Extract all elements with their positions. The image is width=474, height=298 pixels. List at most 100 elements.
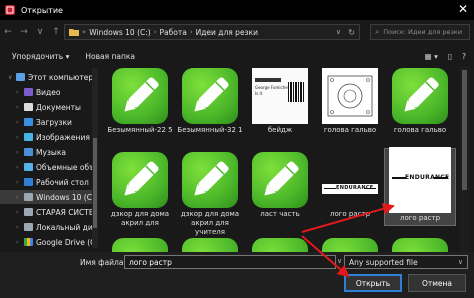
view-options-icon[interactable]: ▦ ▾ <box>425 52 438 61</box>
expand-icon[interactable]: › <box>16 194 21 201</box>
sidebar-item-google-drive[interactable]: › Google Drive (G <box>0 235 92 249</box>
breadcrumb-ideas[interactable]: Идеи для резки <box>196 28 258 37</box>
expand-icon[interactable]: › <box>16 149 21 156</box>
close-button[interactable]: ✕ <box>458 2 468 16</box>
breadcrumb-work[interactable]: Работа <box>160 28 187 37</box>
file-item[interactable] <box>386 238 454 252</box>
refresh-icon[interactable]: ↻ <box>348 28 355 37</box>
file-item[interactable] <box>106 238 174 252</box>
computer-icon <box>16 73 25 81</box>
content-scrollbar[interactable] <box>460 66 470 252</box>
sidebar-item-pictures[interactable]: › Изображения <box>0 130 92 144</box>
expand-icon[interactable]: › <box>16 164 21 171</box>
pencil-icon <box>112 238 168 252</box>
filename-input[interactable]: лого растр <box>124 255 336 269</box>
document-thumbnail: George Fomichev Is it <box>252 68 308 124</box>
sidebar-item-windows-drive[interactable]: › Windows 10 (C:) <box>0 190 92 204</box>
file-item[interactable]: Безымянный-22 5 <box>106 68 174 154</box>
file-item[interactable]: голова гальво <box>316 68 384 154</box>
pictures-icon <box>24 133 33 141</box>
sidebar-item-documents[interactable]: › Документы <box>0 100 92 114</box>
collapse-icon[interactable]: ∨ <box>8 74 13 81</box>
expand-icon[interactable]: › <box>16 239 21 246</box>
documents-icon <box>24 103 33 111</box>
view-controls: ▦ ▾ ▯ ? <box>425 46 466 66</box>
expand-icon[interactable]: › <box>16 89 21 96</box>
sidebar-item-old-system[interactable]: › СТАРАЯ СИСТЕ <box>0 205 92 219</box>
up-icon[interactable]: ↑ <box>48 27 64 37</box>
sidebar-scroll-thumb[interactable] <box>93 138 97 228</box>
sidebar-item-music[interactable]: › Музыка <box>0 145 92 159</box>
expand-icon[interactable]: › <box>16 134 21 141</box>
file-name: дзкор для дома акрил для <box>110 210 170 227</box>
logo-thumbnail: ENDURANCE <box>389 147 451 213</box>
recent-chevron-icon[interactable]: ∨ <box>32 27 48 37</box>
search-input[interactable]: ⌕ Поиск: Идеи для резки <box>370 24 470 40</box>
sidebar-item-local-disk[interactable]: › Локальный дис <box>0 220 92 234</box>
breadcrumb-separator-icon: › <box>189 28 193 36</box>
drawing-thumbnail <box>322 68 378 124</box>
breadcrumb[interactable]: « Windows 10 (C:) › Работа › Идеи для ре… <box>64 24 360 40</box>
sidebar-item-label: Музыка <box>36 147 66 157</box>
file-name: Безымянный-32 1 <box>177 126 243 134</box>
folder-icon <box>69 29 79 36</box>
breadcrumb-drive[interactable]: Windows 10 (C:) <box>89 28 150 37</box>
sidebar-item-label: Google Drive (G <box>36 237 92 247</box>
file-item[interactable] <box>176 238 244 252</box>
video-icon <box>24 88 33 96</box>
file-item[interactable] <box>316 238 384 252</box>
file-item[interactable]: дзкор для дома акрил для учителя <box>176 152 244 238</box>
sidebar-item-downloads[interactable]: › Загрузки <box>0 115 92 129</box>
expand-icon[interactable]: › <box>16 104 21 111</box>
sidebar-item-label: Загрузки <box>36 117 72 127</box>
file-item[interactable] <box>246 238 314 252</box>
pencil-icon <box>322 238 378 252</box>
filetype-value: Any supported file <box>349 257 418 267</box>
pencil-icon <box>182 68 238 124</box>
pencil-icon <box>252 152 308 208</box>
downloads-icon <box>24 118 33 126</box>
address-dropdown-icon[interactable]: ∨ <box>336 28 341 36</box>
file-name: лого растр <box>399 214 441 222</box>
file-name: ласт часть <box>260 210 300 218</box>
file-name: Безымянный-22 5 <box>107 126 173 134</box>
file-item[interactable]: Безымянный-32 1 <box>176 68 244 154</box>
content-scroll-thumb[interactable] <box>462 70 467 190</box>
organize-menu[interactable]: Упорядочить ▾ <box>12 52 69 61</box>
open-button[interactable]: Открыть <box>344 274 402 292</box>
sidebar-item-this-pc[interactable]: ∨ Этот компьютер <box>0 70 92 84</box>
app-icon <box>5 5 15 15</box>
barcode-icon <box>288 82 304 102</box>
file-item[interactable]: голова гальво <box>386 68 454 154</box>
expand-icon[interactable]: › <box>16 179 21 186</box>
drive-icon <box>24 193 33 201</box>
back-icon[interactable]: ← <box>0 27 16 37</box>
google-drive-icon <box>24 238 33 246</box>
file-item[interactable]: дзкор для дома акрил для <box>106 152 174 238</box>
expand-icon[interactable]: › <box>16 209 21 216</box>
sidebar-item-3d-objects[interactable]: › Объемные объ <box>0 160 92 174</box>
help-icon[interactable]: ? <box>462 52 466 61</box>
expand-icon[interactable]: › <box>16 119 21 126</box>
file-item[interactable]: ENDURANCE лого растр <box>316 152 384 238</box>
sidebar-item-desktop[interactable]: › Рабочий стол <box>0 175 92 189</box>
sidebar-item-video[interactable]: › Видео <box>0 85 92 99</box>
preview-pane-icon[interactable]: ▯ <box>448 52 452 61</box>
logo-strip-thumbnail: ENDURANCE <box>322 184 378 194</box>
file-item[interactable]: ласт часть <box>246 152 314 238</box>
search-icon: ⌕ <box>375 27 380 36</box>
file-item-selected[interactable]: ENDURANCE лого растр <box>384 147 456 238</box>
sidebar-scrollbar[interactable] <box>92 68 98 248</box>
filetype-select[interactable]: Any supported file ∨ <box>344 255 468 269</box>
new-folder-button[interactable]: Новая папка <box>85 52 135 61</box>
forward-icon[interactable]: → <box>16 27 32 37</box>
file-item[interactable]: George Fomichev Is it бейдж <box>246 68 314 154</box>
chevron-down-icon: ∨ <box>457 258 463 266</box>
filename-dropdown-icon[interactable]: ∨ <box>337 257 342 265</box>
expand-icon[interactable]: › <box>16 224 21 231</box>
pencil-icon <box>182 238 238 252</box>
pencil-icon <box>392 238 448 252</box>
sidebar-item-label: Локальный дис <box>36 222 92 232</box>
breadcrumb-overflow[interactable]: « <box>82 28 86 36</box>
cancel-button[interactable]: Отмена <box>408 274 466 292</box>
